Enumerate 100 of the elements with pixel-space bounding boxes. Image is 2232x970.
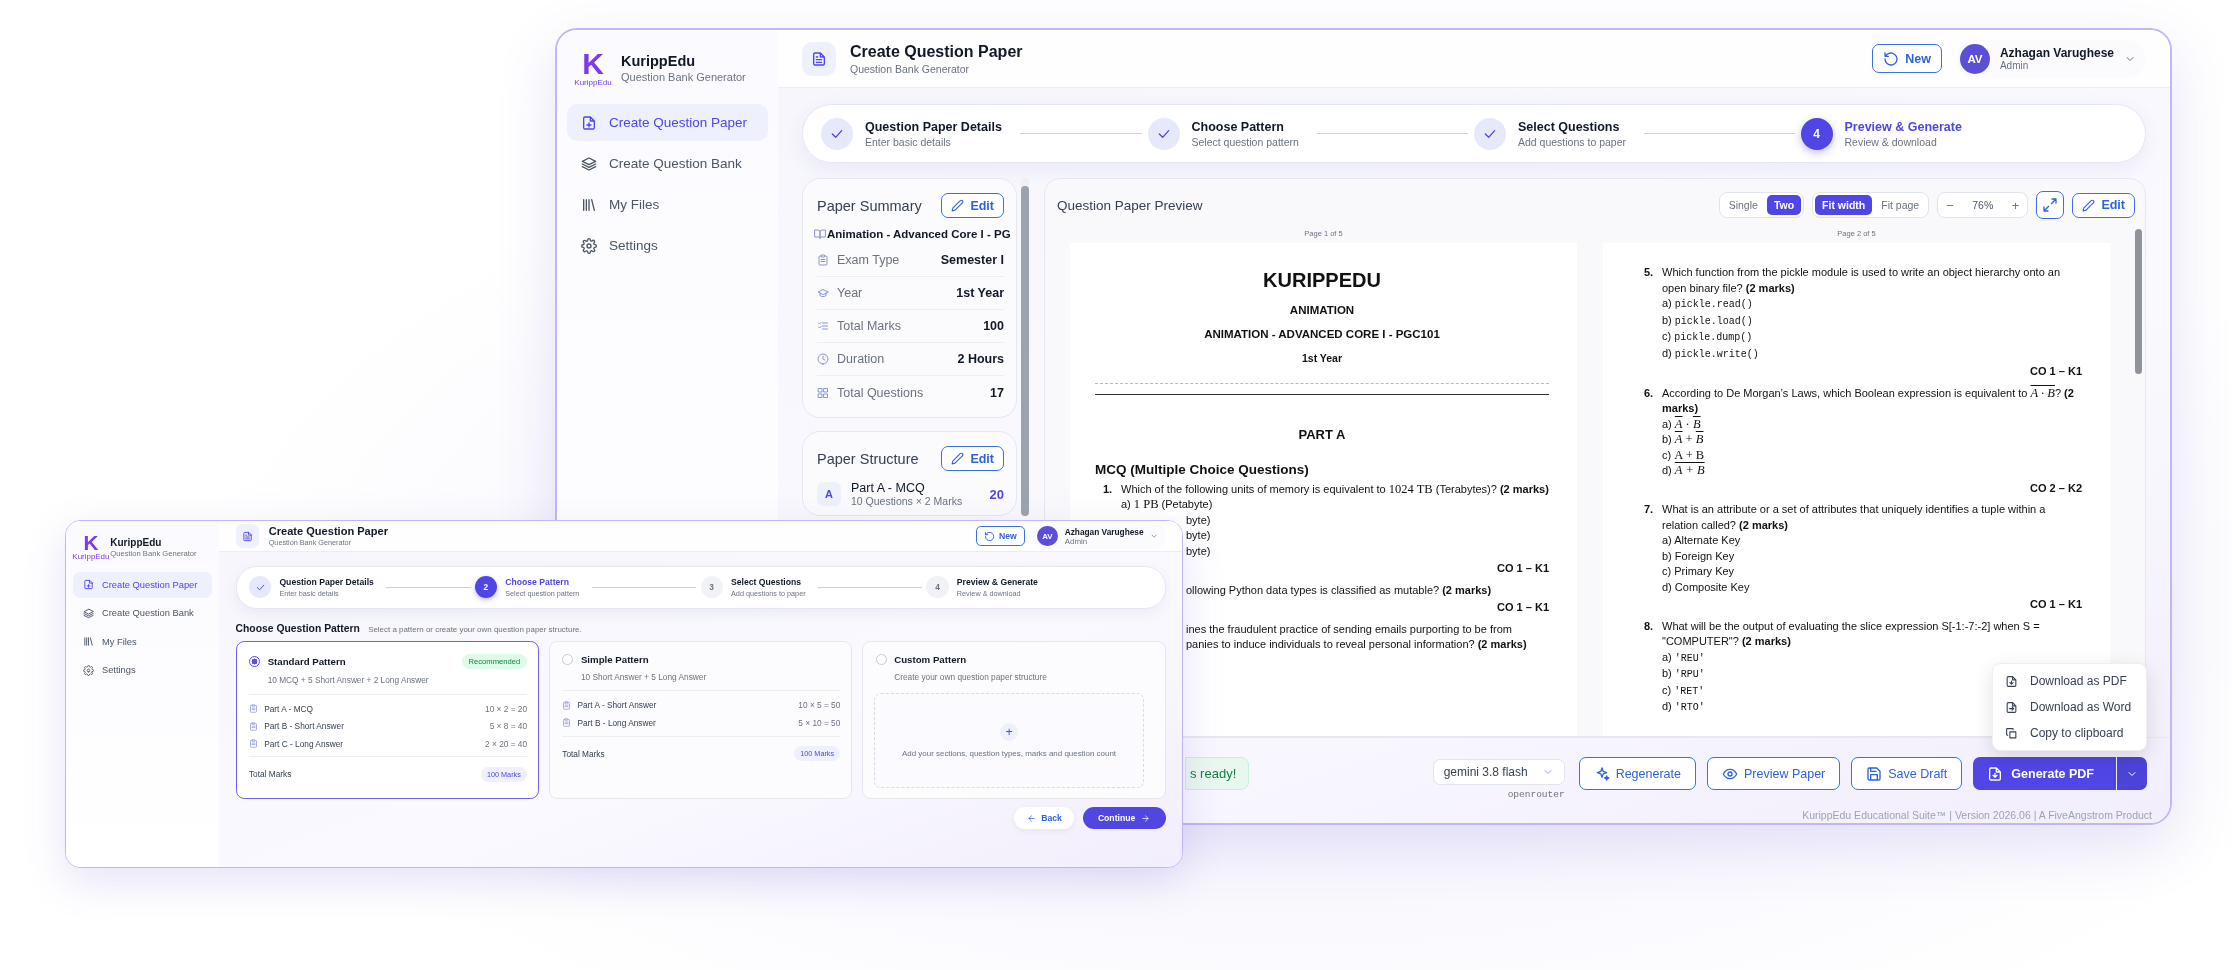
section-hint: Select a pattern or create your own question paper structure. <box>368 624 582 634</box>
pencil-icon <box>951 199 965 212</box>
clock-icon <box>817 353 829 365</box>
pattern-name: Standard Pattern <box>267 655 347 667</box>
edit-button[interactable]: Edit <box>2072 192 2135 218</box>
step-title: Choose Pattern <box>505 577 570 588</box>
radio-button[interactable] <box>248 655 261 667</box>
step-title: Preview & Generate <box>1844 119 1962 134</box>
question-text: ollowing Python data types is classified as mutable? (2 marks) <box>1186 582 1492 598</box>
menu-item[interactable]: Copy to clipboard <box>1993 720 2146 746</box>
sidebar-item[interactable]: Create Question Paper <box>72 572 212 598</box>
step-number: 4 <box>926 576 949 599</box>
option-text: a) Alternate Key <box>1662 533 1741 548</box>
question-number: 7. <box>1644 502 1655 517</box>
part-calc: 5 × 10 = 50 <box>798 717 841 728</box>
back-button[interactable]: Back <box>1014 807 1075 830</box>
option-text: d) A + B <box>1662 463 1705 479</box>
more-options-button[interactable] <box>2117 757 2147 790</box>
option-text: a) pickle.read() <box>1662 296 1753 312</box>
user-role: Admin <box>1999 60 2030 71</box>
action-button[interactable]: Regenerate <box>1578 757 1696 790</box>
part-name: Part A - MCQ <box>851 481 926 495</box>
toggle-option[interactable]: Fit page <box>1874 195 1927 215</box>
sidebar-item[interactable]: Create Question Bank <box>567 145 768 182</box>
checklist-icon <box>817 320 829 332</box>
step-number: 4 <box>1800 117 1833 150</box>
logo-caption: KurippEdu <box>574 77 612 87</box>
pattern-name: Custom Pattern <box>894 654 968 666</box>
option-text: a) A · B <box>1662 416 1701 432</box>
zoom-level: 76% <box>1971 199 1995 211</box>
new-button[interactable]: New <box>1872 44 1942 73</box>
page-title: Create Question Paper <box>268 524 388 537</box>
field-label: Year <box>837 286 863 300</box>
step-number: 2 <box>474 576 497 599</box>
sidebar-item[interactable]: Settings <box>72 657 212 683</box>
option-text: c) pickle.dump() <box>1662 329 1753 345</box>
sidebar-item[interactable]: Create Question Bank <box>72 600 212 627</box>
option-text: b) Foreign Key <box>1662 548 1735 564</box>
pattern-name: Simple Pattern <box>580 654 650 666</box>
step-title: Preview & Generate <box>956 577 1038 588</box>
option-text: c) A + B <box>1662 447 1705 463</box>
zoom-out-button[interactable]: − <box>1946 197 1954 213</box>
sidebar-item[interactable]: Create Question Paper <box>567 104 768 141</box>
toggle-option[interactable]: Fit width <box>1815 195 1873 215</box>
zoom-in-button[interactable]: + <box>2011 197 2020 213</box>
scrollbar[interactable] <box>1021 178 1029 516</box>
continue-button[interactable]: Continue <box>1082 807 1166 830</box>
pencil-icon <box>951 452 965 465</box>
panel-title: Question Paper Preview <box>1057 197 1203 213</box>
add-section-hint: Add your sections, question types, marks and question count <box>902 749 1117 759</box>
pencil-icon <box>2082 198 2096 212</box>
outcome-label: CO 1 – K1 <box>1496 561 1549 576</box>
fullscreen-button[interactable] <box>2036 191 2065 219</box>
model-dropdown[interactable]: gemini 3.8 flash <box>1432 759 1565 785</box>
question-text: What is an attribute or a set of attributes that uniquely identifies a tuple within a relation called? (2 marks) <box>1662 502 2047 533</box>
recommended-badge: Recommended <box>461 654 528 669</box>
question-text: byte) <box>1186 528 1211 543</box>
menu-item[interactable]: Download as PDF <box>1993 668 2146 694</box>
field-label: Total Questions <box>837 385 924 400</box>
part-name: Part A - MCQ <box>264 703 314 714</box>
section-heading: MCQ (Multiple Choice Questions) <box>1095 460 1310 478</box>
logo-letter: K <box>582 49 604 78</box>
pattern-card[interactable]: Custom Pattern Create your own question paper structure + Add your sections, question types, marks and question count <box>862 640 1166 800</box>
menu-item[interactable]: Download as Word <box>1993 694 2146 720</box>
option-text: d) pickle.write() <box>1662 345 1759 362</box>
card-title: Paper Summary <box>817 197 922 214</box>
question-number: 1. <box>1103 481 1114 497</box>
toggle-option[interactable]: Two <box>1766 195 1802 215</box>
new-button[interactable]: New <box>975 526 1025 547</box>
field-value: 100 <box>983 319 1004 333</box>
books-icon <box>581 196 597 213</box>
part-detail: 10 Questions × 2 Marks <box>851 495 964 507</box>
part-name: Part B - Long Answer <box>577 717 656 728</box>
option-text: d) Composite Key <box>1662 579 1750 595</box>
field-label: Total Marks <box>837 319 901 333</box>
total-label: Total Marks <box>562 748 605 759</box>
question-text: ines the fraudulent practice of sending emails purporting to be from <box>1186 621 1512 637</box>
settings-icon <box>581 237 597 254</box>
grid-icon <box>817 386 829 399</box>
user-role: Admin <box>1064 536 1088 546</box>
add-section-area[interactable]: + Add your sections, question types, marks and question count <box>874 693 1144 789</box>
edit-button[interactable]: Edit <box>941 193 1004 218</box>
sidebar-item[interactable]: My Files <box>72 628 212 655</box>
question-text: Which function from the pickle module is used to write an object hierarchy onto an open binary file? (2 marks) <box>1662 265 2062 296</box>
logo-letter: K <box>83 533 99 553</box>
action-button[interactable]: Save Draft <box>1851 757 1963 790</box>
sidebar-item[interactable]: My Files <box>567 186 768 223</box>
refresh-icon <box>1883 50 1900 67</box>
step-subtitle: Select question pattern <box>1191 135 1299 148</box>
step-title: Question Paper Details <box>865 119 1002 134</box>
action-button[interactable]: Preview Paper <box>1706 757 1841 790</box>
part-letter-badge: A <box>817 482 841 506</box>
toggle-option[interactable]: Single <box>1721 195 1765 215</box>
plus-icon: + <box>1000 723 1019 742</box>
edit-button[interactable]: Edit <box>941 446 1004 471</box>
app-subtitle: Question Bank Generator <box>110 548 197 558</box>
part-calc: 2 × 20 = 40 <box>485 738 528 749</box>
sidebar-item[interactable]: Settings <box>567 227 768 264</box>
generate-pdf-button[interactable]: Generate PDF <box>1973 757 2116 790</box>
question-text: Which of the following units of memory is equivalent to 1024 TB (Terabytes)? (2 marks) <box>1121 481 1549 497</box>
